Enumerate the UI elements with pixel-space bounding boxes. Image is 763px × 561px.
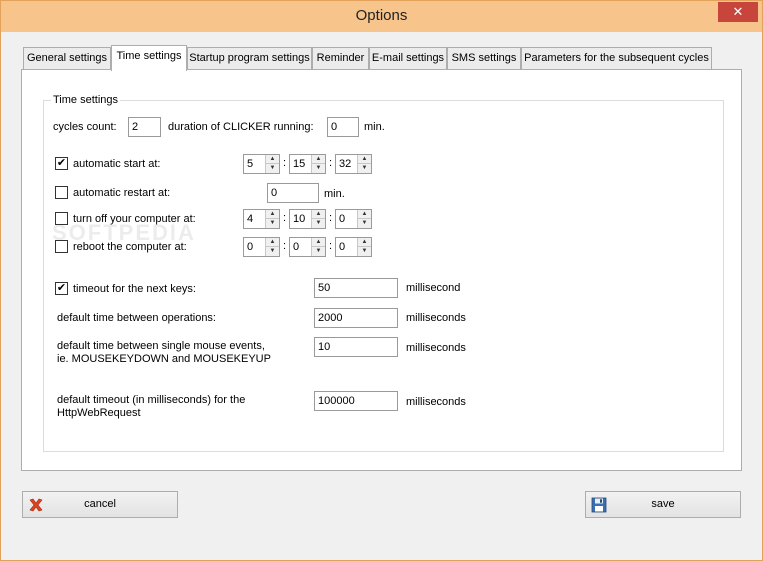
cycles-count-input[interactable]: 2 [128,117,161,137]
spinner-arrows-icon[interactable]: ▲ ▼ [357,210,371,228]
tab-general-settings[interactable]: General settings [23,47,111,70]
turn-off-hour-spinner[interactable]: 4 ▲ ▼ [243,209,280,229]
timeout-keys-unit: millisecond [406,282,461,294]
duration-label: duration of CLICKER running: [168,121,314,133]
reboot-label: reboot the computer at: [73,241,187,253]
turn-off-checkbox[interactable] [55,212,68,225]
spinner-value: 0 [339,213,346,225]
spinner-arrows-icon[interactable]: ▲ ▼ [311,210,325,228]
auto-start-hour-spinner[interactable]: 5 ▲ ▼ [243,154,280,174]
spinner-value: 4 [247,213,254,225]
auto-restart-unit: min. [324,188,345,200]
spinner-arrows-icon[interactable]: ▲ ▼ [265,238,279,256]
timeout-keys-input[interactable]: 50 [314,278,398,298]
timeout-keys-label: timeout for the next keys: [73,283,196,295]
spinner-arrows-icon[interactable]: ▲ ▼ [357,238,371,256]
timeout-keys-checkbox[interactable]: ✔ [55,282,68,295]
close-button[interactable]: ✕ [718,2,758,22]
save-button[interactable]: save [585,491,741,518]
window-title: Options [355,7,408,24]
auto-start-second-spinner[interactable]: 32 ▲ ▼ [335,154,372,174]
time-separator: : [329,212,333,224]
save-button-label: save [651,498,675,510]
default-http-label: default timeout (in milliseconds) for th… [57,394,246,419]
default-ops-label: default time between operations: [57,312,216,324]
time-settings-page: SOFTPEDIA Time settings cycles count: 2 … [21,69,742,471]
auto-restart-checkbox[interactable] [55,186,68,199]
default-http-unit: milliseconds [406,396,466,408]
reboot-hour-spinner[interactable]: 0 ▲ ▼ [243,237,280,257]
spinner-value: 32 [339,158,352,170]
default-mouse-label: default time between single mouse events… [57,340,271,365]
time-separator: : [283,212,287,224]
spinner-arrows-icon[interactable]: ▲ ▼ [265,155,279,173]
auto-start-label: automatic start at: [73,158,161,170]
tab-email-settings[interactable]: E-mail settings [369,47,447,70]
spinner-value: 15 [293,158,306,170]
spinner-arrows-icon[interactable]: ▲ ▼ [265,210,279,228]
tab-time-settings[interactable]: Time settings [111,45,187,71]
default-http-input[interactable]: 100000 [314,391,398,411]
spinner-arrows-icon[interactable]: ▲ ▼ [357,155,371,173]
reboot-minute-spinner[interactable]: 0 ▲ ▼ [289,237,326,257]
turn-off-second-spinner[interactable]: 0 ▲ ▼ [335,209,372,229]
duration-unit: min. [364,121,385,133]
default-ops-input[interactable]: 2000 [314,308,398,328]
spinner-value: 0 [247,241,254,253]
auto-start-minute-spinner[interactable]: 15 ▲ ▼ [289,154,326,174]
tab-startup-program-settings[interactable]: Startup program settings [187,47,312,70]
spinner-value: 5 [247,158,254,170]
time-settings-group: Time settings cycles count: 2 duration o… [43,94,724,452]
time-separator: : [283,240,287,252]
auto-restart-input[interactable]: 0 [267,183,319,203]
spinner-value: 10 [293,213,306,225]
title-bar: Options ✕ [1,1,762,32]
time-separator: : [329,157,333,169]
time-separator: : [329,240,333,252]
reboot-checkbox[interactable] [55,240,68,253]
turn-off-minute-spinner[interactable]: 10 ▲ ▼ [289,209,326,229]
default-mouse-unit: milliseconds [406,342,466,354]
reboot-second-spinner[interactable]: 0 ▲ ▼ [335,237,372,257]
tab-parameters-subsequent-cycles[interactable]: Parameters for the subsequent cycles [521,47,712,70]
options-window: Options ✕ General settings Time settings… [0,0,763,561]
duration-input[interactable]: 0 [327,117,359,137]
tab-reminder[interactable]: Reminder [312,47,369,70]
group-legend: Time settings [51,94,121,106]
spinner-value: 0 [339,241,346,253]
cancel-button-label: cancel [84,498,116,510]
spinner-value: 0 [293,241,300,253]
cancel-button[interactable]: cancel [22,491,178,518]
default-mouse-input[interactable]: 10 [314,337,398,357]
turn-off-label: turn off your computer at: [73,213,196,225]
default-ops-unit: milliseconds [406,312,466,324]
time-separator: : [283,157,287,169]
tab-sms-settings[interactable]: SMS settings [447,47,521,70]
cycles-count-label: cycles count: [53,121,117,133]
spinner-arrows-icon[interactable]: ▲ ▼ [311,238,325,256]
auto-restart-label: automatic restart at: [73,187,171,199]
auto-start-checkbox[interactable]: ✔ [55,157,68,170]
spinner-arrows-icon[interactable]: ▲ ▼ [311,155,325,173]
